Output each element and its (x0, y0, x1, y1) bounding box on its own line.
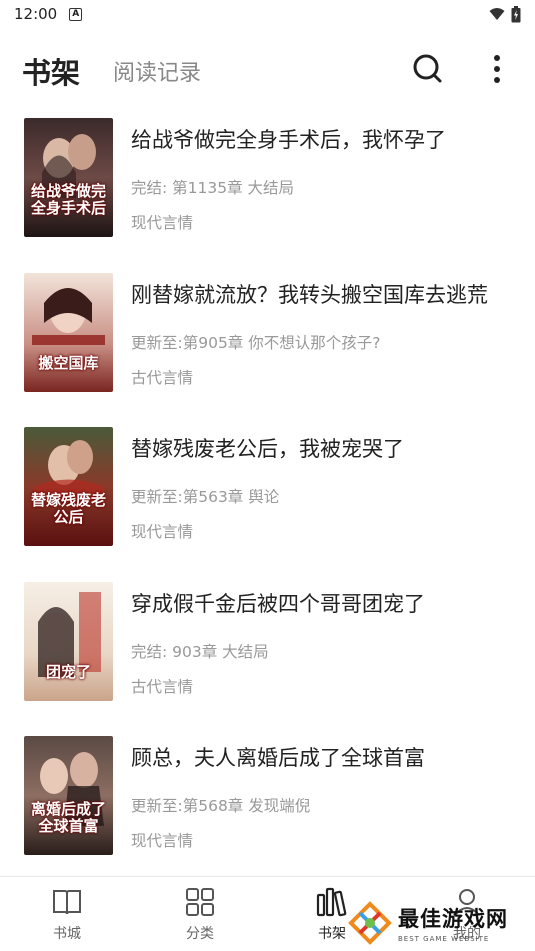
book-status: 完结: 第1135章 大结局 (131, 179, 295, 197)
watermark-logo-icon (348, 901, 392, 945)
battery-icon (511, 5, 521, 22)
book-item[interactable]: 给战爷做完全身手术后 给战爷做完全身手术后，我怀孕了 完结: 第1135章 大结… (0, 112, 535, 242)
bookshelf-icon (316, 887, 347, 917)
notification-a-icon: A (69, 7, 83, 21)
watermark-title: 最佳游戏网 (398, 907, 508, 931)
book-item[interactable]: 离婚后成了全球首富 顾总，夫人离婚后成了全球首富 更新至:第568章 发现端倪 … (0, 730, 535, 860)
cover-art (24, 118, 113, 237)
book-cover: 替嫁残废老公后 (24, 427, 113, 546)
wifi-icon (489, 8, 505, 20)
watermark-subtitle: BEST GAME WEBSITE (398, 935, 490, 943)
book-genre: 古代言情 (131, 678, 194, 696)
book-title: 替嫁残废老公后，我被宠哭了 (131, 437, 404, 461)
watermark: 最佳游戏网 BEST GAME WEBSITE (348, 900, 528, 946)
book-cover: 离婚后成了全球首富 (24, 736, 113, 855)
book-status: 更新至:第563章 舆论 (131, 488, 280, 506)
book-cover: 搬空国库 (24, 273, 113, 392)
book-title: 穿成假千金后被四个哥哥团宠了 (131, 592, 425, 616)
cover-art (24, 427, 113, 546)
book-title: 刚替嫁就流放？我转头搬空国库去逃荒 (131, 283, 488, 307)
more-options-button[interactable] (484, 50, 510, 88)
search-button[interactable] (410, 51, 446, 87)
book-genre: 现代言情 (131, 832, 194, 850)
grid-icon (186, 888, 214, 916)
header: 书架 阅读记录 (0, 40, 535, 100)
cover-art (24, 736, 113, 855)
status-bar: 12:00 A (0, 0, 535, 28)
book-title: 顾总，夫人离婚后成了全球首富 (131, 746, 425, 770)
book-item[interactable]: 替嫁残废老公后 替嫁残废老公后，我被宠哭了 更新至:第563章 舆论 现代言情 (0, 421, 535, 551)
nav-label: 书城 (53, 926, 81, 942)
cover-title: 给战爷做完全身手术后 (30, 182, 106, 217)
book-item[interactable]: 团宠了 穿成假千金后被四个哥哥团宠了 完结: 903章 大结局 古代言情 (0, 576, 535, 706)
nav-item-category[interactable]: 分类 (165, 887, 235, 943)
more-vertical-icon (494, 55, 500, 83)
nav-label: 分类 (186, 926, 214, 942)
book-item[interactable]: 搬空国库 刚替嫁就流放？我转头搬空国库去逃荒 更新至:第905章 你不想认那个孩… (0, 267, 535, 397)
book-status: 更新至:第568章 发现端倪 (131, 797, 311, 815)
nav-item-bookstore[interactable]: 书城 (32, 887, 102, 943)
cover-art (24, 582, 113, 701)
cover-art (24, 273, 113, 392)
book-genre: 现代言情 (131, 214, 194, 232)
tab-bookshelf[interactable]: 书架 (22, 50, 80, 92)
book-genre: 现代言情 (131, 523, 194, 541)
book-status: 更新至:第905章 你不想认那个孩子? (131, 334, 381, 352)
cover-title: 团宠了 (45, 663, 91, 681)
book-genre: 古代言情 (131, 369, 194, 387)
cover-title: 离婚后成了全球首富 (30, 800, 106, 835)
tab-reading-history[interactable]: 阅读记录 (113, 55, 201, 87)
book-cover: 给战爷做完全身手术后 (24, 118, 113, 237)
book-cover: 团宠了 (24, 582, 113, 701)
book-icon (53, 890, 81, 915)
book-status: 完结: 903章 大结局 (131, 643, 269, 661)
search-icon (413, 54, 442, 83)
status-time: 12:00 (14, 5, 58, 23)
cover-title: 替嫁残废老公后 (30, 491, 106, 526)
book-title: 给战爷做完全身手术后，我怀孕了 (131, 128, 446, 152)
cover-title: 搬空国库 (38, 354, 99, 372)
